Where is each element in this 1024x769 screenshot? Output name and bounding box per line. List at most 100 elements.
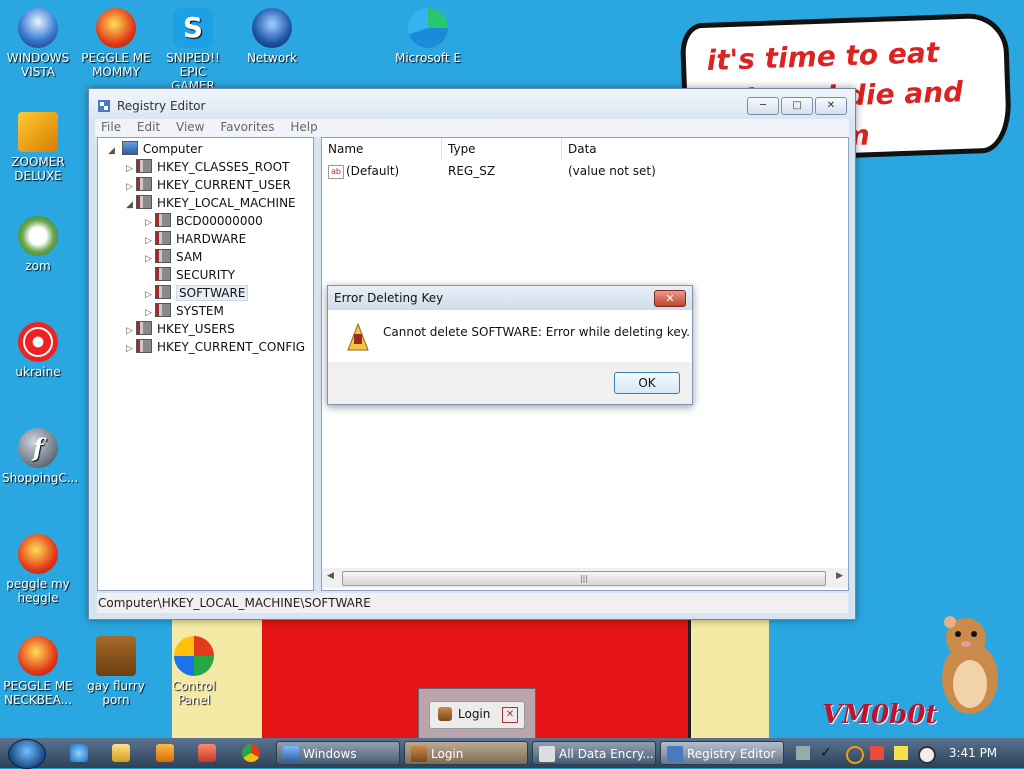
menu-bar: File Edit View Favorites Help [95, 119, 849, 137]
start-button[interactable] [8, 739, 46, 769]
media-player-icon[interactable] [156, 744, 174, 762]
registry-editor-window[interactable]: Registry Editor ─ □ ✕ File Edit View Fav… [88, 88, 856, 620]
tree-item-bcd[interactable]: ▷ BCD00000000 [145, 212, 263, 230]
app-icon[interactable] [198, 744, 216, 762]
scroll-right-icon[interactable]: ▶ [836, 571, 843, 581]
desktop-icon-windows-vista[interactable]: WINDOWS VISTA [2, 8, 74, 79]
wallpaper-yellow-right [688, 618, 769, 738]
chrome-icon[interactable] [242, 744, 260, 762]
horizontal-scrollbar[interactable]: ◀ ||| ▶ [322, 568, 848, 588]
registry-folder-icon [155, 231, 171, 245]
network-globe-icon [252, 8, 292, 48]
tree-item-hkey-current-user[interactable]: ▷ HKEY_CURRENT_USER [126, 176, 291, 194]
tree-item-hkey-users[interactable]: ▷ HKEY_USERS [126, 320, 235, 338]
maximize-button[interactable]: □ [781, 97, 813, 115]
collapse-arrow-icon[interactable]: ◢ [126, 196, 136, 214]
zombie-flower-icon [18, 216, 58, 256]
dialog-body: Cannot delete SOFTWARE: Error while dele… [328, 310, 692, 362]
taskbar-clock[interactable]: 3:41 PM [948, 738, 998, 768]
menu-file[interactable]: File [95, 119, 127, 134]
desktop-icon-ukraine[interactable]: ukraine [2, 322, 74, 379]
control-panel-icon [174, 636, 214, 676]
window-title: Registry Editor [117, 99, 206, 113]
taskbar-item-all-data-encrypted[interactable]: All Data Encry... [532, 741, 656, 765]
computer-icon [121, 141, 138, 155]
registry-folder-icon [136, 321, 152, 335]
taskbar-item-registry-editor[interactable]: Registry Editor [660, 741, 784, 765]
collapse-arrow-icon[interactable]: ◢ [108, 142, 118, 160]
expand-arrow-icon[interactable]: ▷ [126, 340, 136, 358]
radiation-icon [18, 322, 58, 362]
login-thumbnail-popup[interactable]: Login ✕ [418, 688, 536, 738]
tree-item-computer[interactable]: ◢ Computer [108, 140, 202, 158]
taskbar: Windows Login All Data Encry... Registry… [0, 738, 1024, 769]
tree-item-system[interactable]: ▷ SYSTEM [145, 302, 224, 320]
login-app-icon [438, 707, 452, 721]
error-warning-icon [347, 322, 369, 351]
login-preview[interactable]: Login ✕ [429, 701, 525, 729]
ok-button[interactable]: OK [614, 372, 680, 394]
desktop-icon-gay-flurry[interactable]: gay flurry porn [80, 636, 152, 707]
registry-folder-icon [136, 177, 152, 191]
tray-notes-icon[interactable] [894, 746, 908, 760]
tray-volume-icon[interactable] [918, 746, 936, 764]
taskbar-item-login[interactable]: Login [404, 741, 528, 765]
menu-view[interactable]: View [170, 119, 210, 134]
folder-icon[interactable] [112, 744, 130, 762]
window-app-icon [539, 746, 555, 762]
zoomer-icon [18, 112, 58, 152]
peggle-icon [18, 636, 58, 676]
desktop-icon-network[interactable]: Network [236, 8, 308, 65]
registry-folder-icon [155, 213, 171, 227]
edge-browser-icon [408, 8, 448, 48]
dialog-close-button[interactable]: ✕ [654, 290, 686, 307]
tray-search-icon[interactable] [846, 746, 864, 764]
registry-folder-icon [136, 339, 152, 353]
login-app-icon [411, 746, 427, 762]
desktop-icon-peggle-me-mommy[interactable]: PEGGLE ME MOMMY [80, 8, 152, 79]
skype-icon: S [173, 8, 213, 48]
registry-tree[interactable]: ◢ Computer ▷ HKEY_CLASSES_ROOT ▷ HKEY_CURR… [97, 137, 314, 591]
dialog-message: Cannot delete SOFTWARE: Error while dele… [383, 325, 690, 339]
desktop-icon-microsoft-edge[interactable]: Microsoft E [392, 8, 464, 65]
dialog-titlebar[interactable]: Error Deleting Key ✕ [328, 286, 692, 310]
desktop-icon-zoomer-deluxe[interactable]: ZOOMER DELUXE [2, 112, 74, 183]
desktop-icon-shopping[interactable]: f ShoppingC... [2, 428, 78, 485]
desktop-icon-peggle-my-heggle[interactable]: peggle my heggle [2, 534, 74, 605]
tree-item-hkey-current-config[interactable]: ▷ HKEY_CURRENT_CONFIG [126, 338, 305, 356]
desktop-icon-control-panel[interactable]: Control Panel [158, 636, 230, 707]
tree-item-software[interactable]: ▷ SOFTWARE [145, 284, 249, 302]
menu-favorites[interactable]: Favorites [214, 119, 280, 134]
string-value-icon: ab [328, 165, 344, 179]
scrollbar-thumb[interactable]: ||| [342, 571, 826, 586]
registry-folder-icon [155, 303, 171, 317]
desktop-icon-peggle-me-neckbeard[interactable]: PEGGLE ME NECKBEA... [2, 636, 74, 707]
internet-explorer-icon[interactable] [70, 744, 88, 762]
tree-item-security[interactable]: SECURITY [145, 266, 235, 284]
tray-check-icon[interactable]: ✓ [820, 746, 834, 760]
tree-item-sam[interactable]: ▷ SAM [145, 248, 202, 266]
minimize-button[interactable]: ─ [747, 97, 779, 115]
tree-item-hkey-local-machine[interactable]: ◢ HKEY_LOCAL_MACHINE [126, 194, 296, 212]
tree-item-hkey-classes-root[interactable]: ▷ HKEY_CLASSES_ROOT [126, 158, 289, 176]
close-window-button[interactable]: ✕ [815, 97, 847, 115]
column-header-type[interactable]: Type [442, 138, 562, 160]
tree-item-hardware[interactable]: ▷ HARDWARE [145, 230, 246, 248]
taskbar-item-windows[interactable]: Windows [276, 741, 400, 765]
menu-edit[interactable]: Edit [131, 119, 166, 134]
value-name: (Default) [346, 164, 400, 178]
desktop: it's time to eat shit and die and chew g… [0, 0, 1024, 738]
scroll-left-icon[interactable]: ◀ [327, 571, 334, 581]
registry-folder-icon [136, 195, 152, 209]
dialog-title: Error Deleting Key [334, 291, 444, 305]
column-header-name[interactable]: Name [322, 138, 442, 160]
error-dialog[interactable]: Error Deleting Key ✕ Cannot delete SOFTW… [327, 285, 693, 405]
menu-help[interactable]: Help [284, 119, 323, 134]
window-titlebar[interactable]: Registry Editor ─ □ ✕ [89, 89, 855, 119]
column-header-data[interactable]: Data [562, 138, 848, 160]
desktop-icon-zom[interactable]: zom [2, 216, 74, 273]
tray-network-icon[interactable] [796, 746, 810, 760]
close-icon[interactable]: ✕ [502, 707, 518, 723]
tray-flag-icon[interactable] [870, 746, 884, 760]
hamster-icon [942, 616, 998, 714]
